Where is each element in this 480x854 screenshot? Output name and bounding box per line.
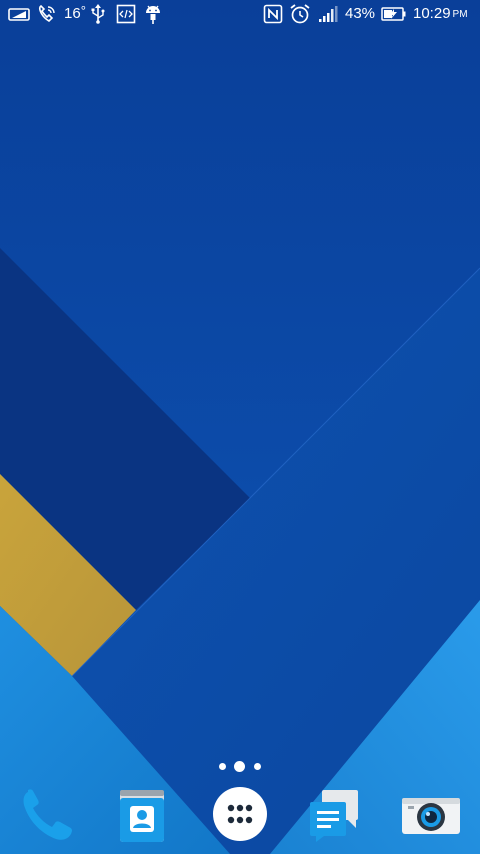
page-indicator [0, 758, 480, 774]
phone-icon [23, 789, 72, 840]
temperature-readout: 16 ° [64, 3, 86, 25]
android-debug-icon [144, 3, 162, 25]
contacts-icon [120, 790, 164, 842]
messages-icon [310, 790, 358, 842]
contacts-app-button[interactable] [112, 784, 172, 844]
nfc-icon [263, 3, 283, 25]
app-drawer-button[interactable] [210, 784, 270, 844]
dock [0, 780, 480, 850]
call-icon [36, 3, 58, 25]
page-dot-3[interactable] [254, 763, 261, 770]
page-dot-1[interactable] [219, 763, 226, 770]
status-bar: 16 ° 43% 10:29 PM [0, 0, 480, 30]
app-drawer-icon [213, 787, 267, 841]
battery-saver-icon [8, 3, 32, 25]
wallpaper [0, 0, 480, 854]
clock-time: 10:29 [413, 5, 451, 22]
clock: 10:29 PM [413, 3, 468, 25]
page-dot-2-current[interactable] [234, 761, 245, 772]
temperature-value: 16 [64, 5, 81, 22]
camera-icon [402, 798, 460, 834]
home-screen: 16 ° 43% 10:29 PM [0, 0, 480, 854]
camera-app-button[interactable] [400, 784, 460, 844]
phone-app-button[interactable] [16, 784, 76, 844]
battery-percent: 43% [345, 5, 376, 22]
usb-icon [90, 3, 106, 25]
alarm-clock-icon [289, 3, 311, 25]
temperature-unit: ° [80, 3, 86, 18]
battery-charging-icon [381, 3, 407, 25]
clock-period: PM [452, 9, 468, 20]
cellular-signal-icon [318, 3, 340, 25]
messages-app-button[interactable] [304, 784, 364, 844]
developer-code-icon [116, 3, 136, 25]
